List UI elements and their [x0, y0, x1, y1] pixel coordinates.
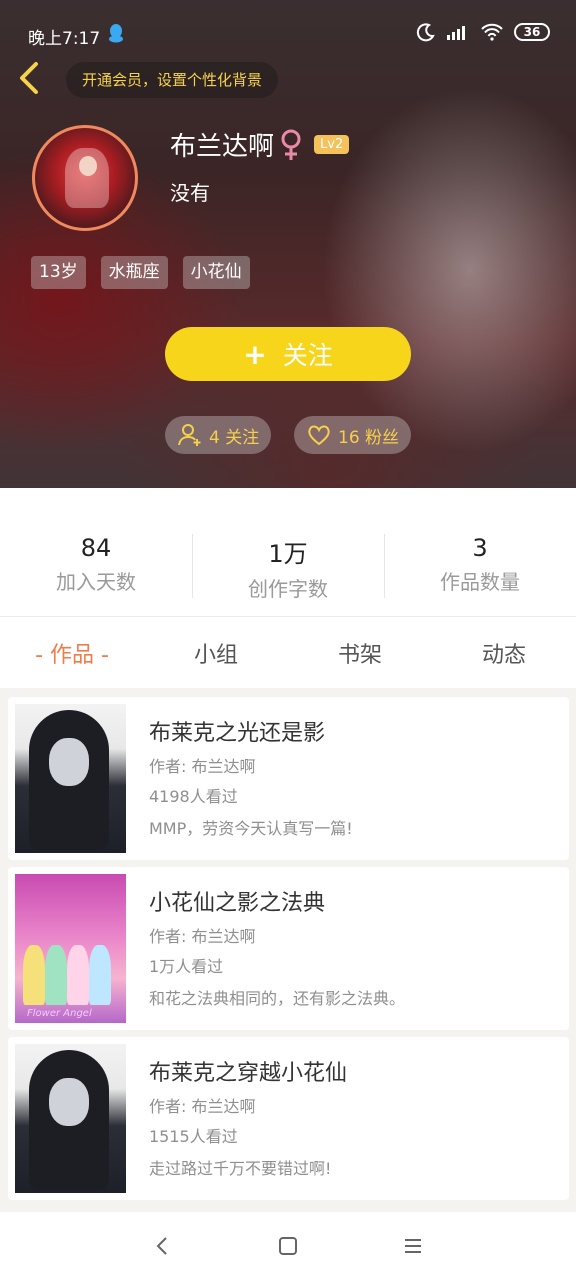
nav-back-icon[interactable]	[151, 1234, 175, 1258]
profile-tags: 13岁 水瓶座 小花仙	[31, 256, 250, 289]
counter-works: 3 作品数量	[384, 534, 576, 616]
counter-label: 加入天数	[56, 570, 136, 594]
tab-groups[interactable]: 小组	[144, 637, 288, 669]
tag-zodiac: 水瓶座	[100, 256, 168, 289]
work-title: 小花仙之影之法典	[149, 891, 326, 916]
counter-value: 3	[472, 534, 488, 562]
back-button[interactable]	[12, 58, 46, 98]
work-author: 作者: 布兰达啊	[149, 1097, 256, 1116]
nav-home-icon[interactable]	[276, 1234, 300, 1258]
counter-value: 1万	[268, 540, 308, 568]
following-button[interactable]: 4 关注	[165, 416, 272, 454]
battery-indicator: 36	[514, 23, 550, 41]
status-time: 晚上7:17	[28, 29, 101, 49]
add-user-icon	[178, 424, 201, 446]
work-author: 作者: 布兰达啊	[149, 757, 256, 776]
follow-label: 关注	[282, 341, 333, 370]
tag-interest: 小花仙	[182, 256, 250, 289]
qq-icon	[109, 24, 123, 43]
profile-counters: 84 加入天数 1万 创作字数 3 作品数量	[0, 488, 576, 616]
work-views: 1万人看过	[149, 957, 224, 976]
work-title: 布莱克之光还是影	[149, 721, 326, 746]
work-description: 走过路过千万不要错过啊!	[149, 1159, 332, 1178]
female-icon	[281, 129, 301, 160]
profile-bio: 没有	[170, 181, 210, 205]
work-title: 布莱克之穿越小花仙	[149, 1061, 348, 1086]
work-description: MMP，劳资今天认真写一篇!	[149, 819, 353, 838]
follow-button[interactable]: + 关注	[165, 327, 411, 381]
tab-activity[interactable]: 动态	[432, 637, 576, 669]
work-cover	[15, 1044, 126, 1193]
avatar[interactable]	[32, 125, 138, 231]
work-cover	[15, 704, 126, 853]
counter-join-days: 84 加入天数	[0, 534, 192, 616]
fans-button[interactable]: 16 粉丝	[294, 416, 412, 454]
profile-screen: 晚上7:17 36 开通会员，设置个性化背景 布兰达啊 Lv2 没有 13岁 水…	[0, 0, 576, 1280]
content-tabs: - 作品 - 小组 书架 动态	[0, 616, 576, 688]
work-views: 4198人看过	[149, 787, 238, 806]
plus-icon: +	[243, 337, 267, 371]
moon-icon	[416, 23, 435, 42]
fans-count: 16 粉丝	[338, 427, 400, 448]
status-bar: 晚上7:17 36	[0, 0, 576, 52]
cover-caption: Flower Angel	[27, 1008, 92, 1019]
signal-icon	[447, 26, 465, 40]
profile-name-row: 布兰达啊 Lv2	[170, 126, 350, 163]
work-author: 作者: 布兰达啊	[149, 927, 256, 946]
work-views: 1515人看过	[149, 1127, 238, 1146]
tab-bookshelf[interactable]: 书架	[288, 637, 432, 669]
work-cover: Flower Angel	[15, 874, 126, 1023]
tag-age: 13岁	[31, 256, 86, 289]
profile-header: 晚上7:17 36 开通会员，设置个性化背景 布兰达啊 Lv2 没有 13岁 水…	[0, 0, 576, 488]
counter-label: 作品数量	[440, 570, 520, 594]
work-card[interactable]: Flower Angel 小花仙之影之法典 作者: 布兰达啊 1万人看过 和花之…	[8, 867, 569, 1030]
system-nav-bar	[0, 1212, 576, 1280]
wifi-icon	[481, 23, 503, 41]
vip-background-banner[interactable]: 开通会员，设置个性化背景	[66, 62, 279, 98]
counter-value: 84	[80, 534, 112, 562]
level-badge: Lv2	[314, 135, 350, 154]
counter-label: 创作字数	[248, 577, 328, 601]
work-card[interactable]: 布莱克之穿越小花仙 作者: 布兰达啊 1515人看过 走过路过千万不要错过啊!	[8, 1037, 569, 1200]
work-card[interactable]: 布莱克之光还是影 作者: 布兰达啊 4198人看过 MMP，劳资今天认真写一篇!	[8, 697, 569, 860]
works-list: 布莱克之光还是影 作者: 布兰达啊 4198人看过 MMP，劳资今天认真写一篇!…	[8, 697, 569, 1207]
tab-works[interactable]: - 作品 -	[0, 637, 144, 669]
profile-name: 布兰达啊	[170, 132, 275, 162]
counter-word-count: 1万 创作字数	[192, 534, 384, 616]
nav-menu-icon[interactable]	[401, 1234, 425, 1258]
following-count: 4 关注	[209, 427, 260, 448]
status-icons: 36	[416, 22, 550, 42]
heart-icon	[308, 425, 330, 446]
work-description: 和花之法典相同的，还有影之法典。	[149, 989, 406, 1008]
